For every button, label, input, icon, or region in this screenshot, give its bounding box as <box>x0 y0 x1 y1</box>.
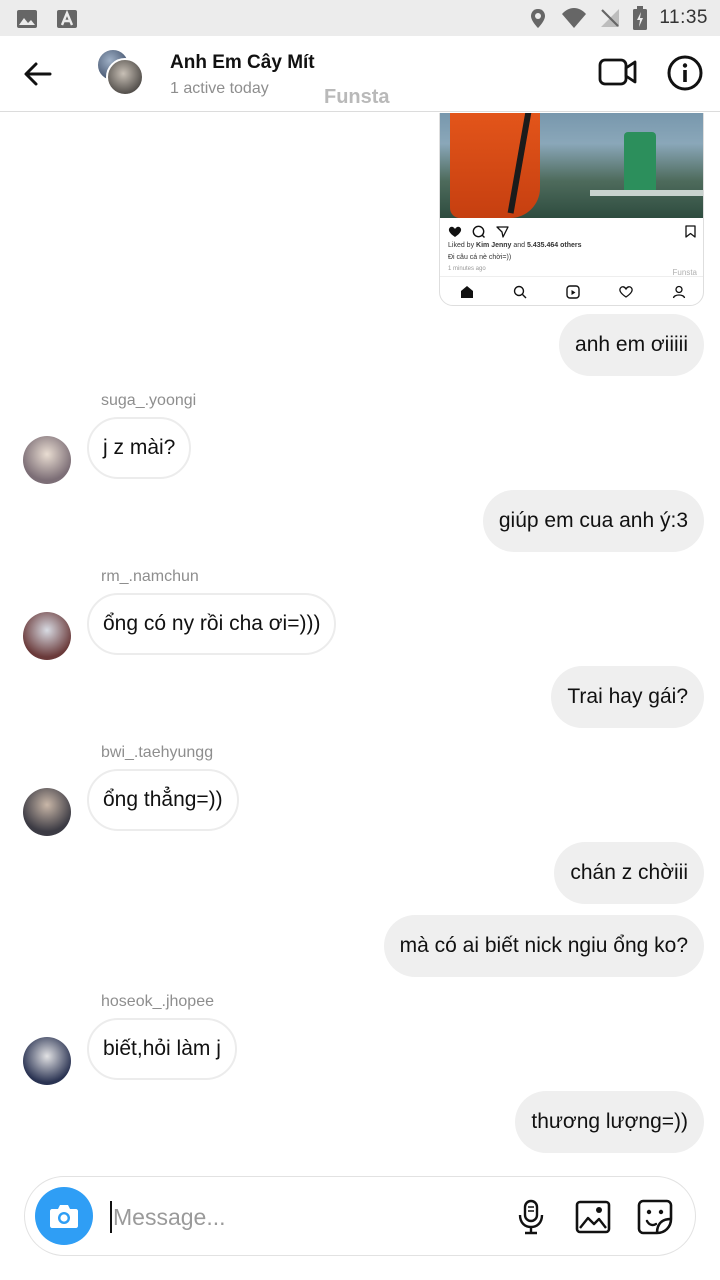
font-icon <box>57 9 77 28</box>
arrow-left-icon[interactable] <box>20 56 56 92</box>
video-camera-icon[interactable] <box>598 54 638 90</box>
message-composer <box>24 1176 696 1256</box>
outgoing-message[interactable]: giúp em cua anh ý:3 <box>482 490 704 552</box>
camera-button[interactable] <box>35 1187 93 1245</box>
outgoing-message[interactable]: thương lượng=)) <box>515 1091 704 1153</box>
sender-name: bwi_.taehyungg <box>101 744 214 761</box>
avatar[interactable] <box>23 788 71 836</box>
search-icon[interactable] <box>513 285 527 299</box>
location-icon <box>531 9 546 28</box>
status-time: 11:35 <box>659 7 708 28</box>
post-caption: Đi câu cá nè chời=)) <box>448 254 512 261</box>
avatar[interactable] <box>23 1037 71 1085</box>
post-nav-bar <box>440 276 703 305</box>
incoming-message[interactable]: biết,hỏi làm j <box>87 1018 237 1080</box>
wifi-icon <box>562 8 587 28</box>
image-icon <box>17 10 37 28</box>
sender-name: suga_.yoongi <box>101 392 197 409</box>
reels-icon[interactable] <box>565 284 580 299</box>
sticker-icon[interactable] <box>637 1199 673 1235</box>
post-likes: Liked by Kim Jenny and 5.435.464 others <box>448 242 582 249</box>
avatar[interactable] <box>23 612 71 660</box>
post-time: 1 minutes ago <box>448 266 486 272</box>
message-input[interactable] <box>111 1197 491 1237</box>
chat-title[interactable]: Anh Em Cây Mít <box>170 52 315 74</box>
avatar[interactable] <box>23 436 71 484</box>
shared-post[interactable]: Liked by Kim Jenny and 5.435.464 others … <box>439 113 704 306</box>
active-status: 1 active today <box>170 80 269 97</box>
info-circle-icon[interactable] <box>666 54 704 92</box>
heart-outline-icon[interactable] <box>618 285 633 298</box>
sender-name: rm_.namchun <box>101 568 199 585</box>
status-bar: 11:35 <box>0 0 720 36</box>
comment-icon[interactable] <box>472 225 485 238</box>
message-list[interactable]: Liked by Kim Jenny and 5.435.464 others … <box>0 113 720 1163</box>
gallery-icon[interactable] <box>575 1199 611 1235</box>
incoming-message[interactable]: ổng thẳng=)) <box>87 769 239 831</box>
outgoing-message[interactable]: mà có ai biết nick ngiu ổng ko? <box>383 915 704 977</box>
camera-icon <box>50 1205 78 1228</box>
outgoing-message[interactable]: chán z chờiii <box>554 842 704 904</box>
heart-icon[interactable] <box>448 225 462 238</box>
group-avatar[interactable] <box>94 46 148 100</box>
outgoing-message[interactable]: anh em ơiiiii <box>559 314 704 376</box>
post-actions <box>448 224 698 240</box>
incoming-message[interactable]: ổng có ny rồi cha ơi=))) <box>87 593 337 655</box>
incoming-message[interactable]: j z mài? <box>87 417 192 479</box>
share-icon[interactable] <box>496 225 509 238</box>
outgoing-message[interactable]: Trai hay gái? <box>551 666 704 728</box>
sender-name: hoseok_.jhopee <box>101 993 214 1010</box>
battery-charging-icon <box>633 6 648 30</box>
profile-icon[interactable] <box>672 285 686 299</box>
microphone-icon[interactable] <box>517 1199 545 1235</box>
watermark: Funsta <box>324 86 390 108</box>
member-avatar <box>106 58 144 96</box>
home-icon[interactable] <box>460 285 474 299</box>
bookmark-icon[interactable] <box>685 225 696 238</box>
no-signal-icon <box>601 9 620 27</box>
post-photo <box>440 113 703 218</box>
